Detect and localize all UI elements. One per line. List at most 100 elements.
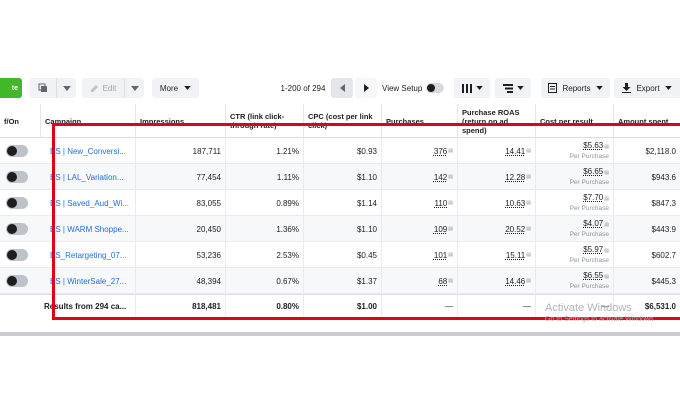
totals-impressions: 818,481 [135, 295, 225, 317]
table-row[interactable]: ES | LAL_Variation... 77,454 1.11% $1.10 142… [0, 164, 680, 190]
breakdown-button[interactable] [495, 78, 531, 98]
campaign-name-link[interactable]: ES | WARM Shoppe... [40, 216, 135, 242]
duplicate-dropdown-button[interactable] [56, 78, 76, 98]
header-impressions[interactable]: Impressions [135, 104, 225, 138]
download-icon [622, 83, 632, 93]
table-row[interactable]: ES | WARM Shoppe... 20,450 1.36% $1.10 109 ▤ 2… [0, 216, 680, 242]
header-cpc[interactable]: CPC (cost per link click) [303, 104, 381, 138]
purchases-cell[interactable]: 376 ▤ [381, 138, 457, 164]
roas-cell[interactable]: 10.63 ▤ [457, 190, 535, 216]
roas-cell[interactable]: 20.52 ▤ [457, 216, 535, 242]
roas-cell[interactable]: 12.28 ▤ [457, 164, 535, 190]
columns-button[interactable] [454, 78, 490, 98]
info-icon: ▤ [526, 174, 531, 180]
cost-per-result-cell[interactable]: $4.07▤ Per Purchase [535, 216, 613, 242]
header-purchases[interactable]: Purchases [381, 104, 457, 138]
ctr-cell: 0.67% [225, 268, 303, 294]
header-roas[interactable]: Purchase ROAS (return on ad spend) [457, 104, 535, 138]
edit-button[interactable]: Edit [82, 78, 124, 98]
cpc-cell: $0.45 [303, 242, 381, 268]
info-icon: ▤ [526, 252, 531, 258]
chevron-down-icon [595, 86, 603, 90]
cost-per-result-cell[interactable]: $6.65▤ Per Purchase [535, 164, 613, 190]
campaign-name-link[interactable]: ES | WinterSale_27... [40, 268, 135, 294]
campaign-toggle[interactable] [6, 171, 28, 183]
create-button[interactable]: te [0, 78, 22, 98]
campaign-toggle[interactable] [6, 275, 28, 287]
amount-spent-cell: $602.7 [613, 242, 680, 268]
info-icon: ▤ [604, 196, 609, 202]
toggle-switch-icon [426, 83, 445, 93]
cpc-cell: $1.37 [303, 268, 381, 294]
totals-label: Results from 294 ca... [44, 301, 127, 311]
info-icon: ▤ [526, 148, 531, 154]
reports-button[interactable]: Reports [541, 78, 610, 98]
purchases-cell[interactable]: 110 ▤ [381, 190, 457, 216]
ctr-cell: 1.36% [225, 216, 303, 242]
chevron-down-icon [516, 86, 524, 90]
cost-per-result-cell[interactable]: $5.63▤ Per Purchase [535, 138, 613, 164]
ctr-cell: 2.53% [225, 242, 303, 268]
cpc-cell: $0.93 [303, 138, 381, 164]
view-setup-toggle[interactable]: View Setup [380, 78, 456, 98]
table-row[interactable]: ES | Saved_Aud_Wi... 83,055 0.89% $1.14 110 ▤… [0, 190, 680, 216]
bottom-divider [0, 332, 680, 336]
roas-cell[interactable]: 14.41 ▤ [457, 138, 535, 164]
header-amount-spent[interactable]: Amount spent [613, 104, 680, 138]
totals-purchases: — [381, 295, 457, 317]
table-header: f/On Campaign Impressions CTR (link clic… [0, 104, 680, 138]
header-campaign[interactable]: Campaign [40, 104, 135, 138]
campaign-name-link[interactable]: ES_Retargeting_07... [40, 242, 135, 268]
cost-per-result-cell[interactable]: $5.97▤ Per Purchase [535, 242, 613, 268]
amount-spent-cell: $445.3 [613, 268, 680, 294]
roas-cell[interactable]: 15.11 ▤ [457, 242, 535, 268]
ctr-cell: 1.11% [225, 164, 303, 190]
header-cost-per-result[interactable]: Cost per result [535, 104, 613, 138]
duplicate-icon [38, 83, 48, 93]
campaign-toggle[interactable] [6, 249, 28, 261]
info-icon: ▤ [448, 174, 453, 180]
chevron-down-icon [184, 86, 191, 90]
info-icon: ▤ [448, 278, 453, 284]
header-onoff[interactable]: f/On [0, 104, 40, 138]
next-page-button[interactable] [355, 78, 377, 98]
export-button[interactable]: Export [614, 78, 680, 98]
info-icon: ▤ [604, 170, 609, 176]
cost-per-result-cell[interactable]: $7.70▤ Per Purchase [535, 190, 613, 216]
campaign-name-link[interactable]: ES | LAL_Variation... [40, 164, 135, 190]
roas-cell[interactable]: 14.46 ▤ [457, 268, 535, 294]
purchases-cell[interactable]: 101 ▤ [381, 242, 457, 268]
impressions-cell: 20,450 [135, 216, 225, 242]
totals-ctr: 0.80% [225, 295, 303, 317]
purchases-cell[interactable]: 109 ▤ [381, 216, 457, 242]
campaign-toggle[interactable] [6, 223, 28, 235]
chevron-left-icon [339, 84, 345, 92]
campaign-name-link[interactable]: ES | Saved_Aud_Wi... [40, 190, 135, 216]
table-row[interactable]: ES | WinterSale_27... 48,394 0.67% $1.37 68 ▤… [0, 268, 680, 294]
breakdown-icon [502, 83, 513, 93]
campaign-name-link[interactable]: ES | New_Conversi... [40, 138, 135, 164]
ctr-cell: 0.89% [225, 190, 303, 216]
info-icon: ▤ [526, 226, 531, 232]
impressions-cell: 77,454 [135, 164, 225, 190]
more-button[interactable]: More [152, 78, 199, 98]
cost-per-result-cell[interactable]: $6.55▤ Per Purchase [535, 268, 613, 294]
duplicate-button[interactable] [30, 78, 56, 98]
header-ctr[interactable]: CTR (link click-through rate) [225, 104, 303, 138]
campaign-toggle[interactable] [6, 145, 28, 157]
info-icon: ▤ [448, 200, 453, 206]
amount-spent-cell: $443.9 [613, 216, 680, 242]
chevron-right-icon [363, 84, 369, 92]
info-icon: ▤ [604, 144, 609, 150]
info-icon: ▤ [448, 148, 453, 154]
edit-dropdown-button[interactable] [124, 78, 144, 98]
amount-spent-cell: $2,118.0 [613, 138, 680, 164]
table-row[interactable]: ES_Retargeting_07... 53,236 2.53% $0.45 101 ▤… [0, 242, 680, 268]
previous-page-button[interactable] [331, 78, 353, 98]
amount-spent-cell: $847.3 [613, 190, 680, 216]
cpc-cell: $1.14 [303, 190, 381, 216]
purchases-cell[interactable]: 142 ▤ [381, 164, 457, 190]
purchases-cell[interactable]: 68 ▤ [381, 268, 457, 294]
table-row[interactable]: ES | New_Conversi... 187,711 1.21% $0.93 376… [0, 138, 680, 164]
campaign-toggle[interactable] [6, 197, 28, 209]
